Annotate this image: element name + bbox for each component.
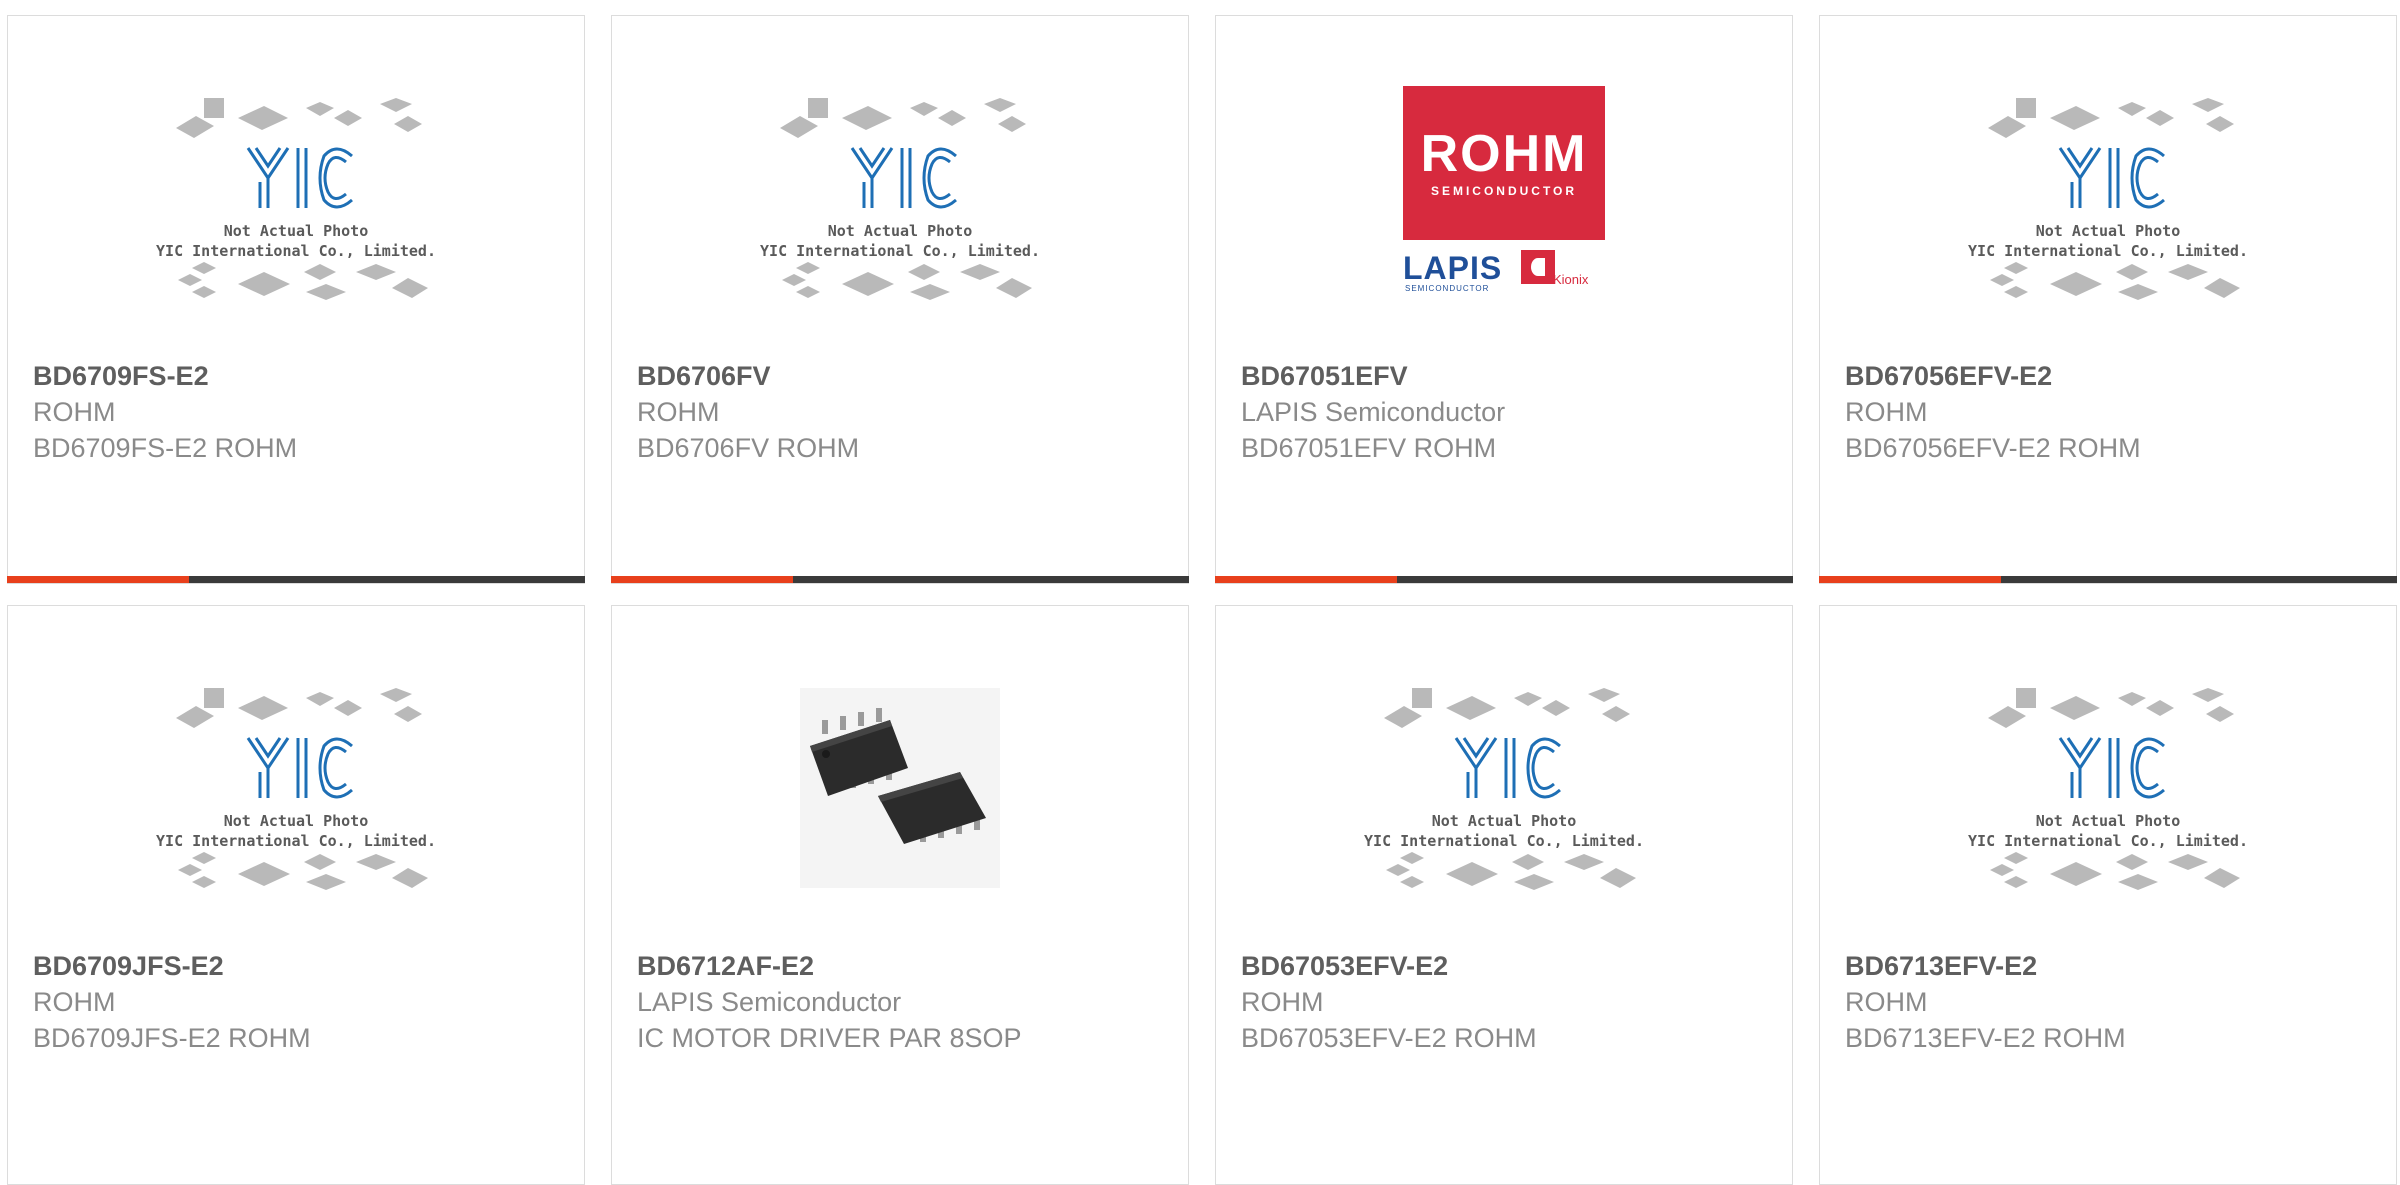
part-number[interactable]: BD6706FV <box>637 358 1168 394</box>
card-bottom-bar <box>7 576 585 583</box>
placeholder-line1: Not Actual Photo <box>828 222 973 240</box>
part-number[interactable]: BD6713EFV-E2 <box>1845 948 2376 984</box>
part-number[interactable]: BD67053EFV-E2 <box>1241 948 1772 984</box>
not-actual-photo-image: Not Actual Photo YIC International Co., … <box>1968 688 2248 890</box>
lapis-logo-sub: SEMICONDUCTOR <box>1405 284 1490 293</box>
product-card[interactable]: Not Actual Photo YIC International Co., … <box>1215 605 1793 1185</box>
product-card[interactable]: ROHM SEMICONDUCTOR LAPIS SEMICONDUCTOR K… <box>1215 15 1793 584</box>
lapis-kionix-logo: LAPIS SEMICONDUCTOR Kionix <box>1403 248 1605 298</box>
card-accent <box>1215 576 1397 583</box>
card-accent <box>611 576 793 583</box>
placeholder-line2: YIC International Co., Limited. <box>1968 242 2248 260</box>
manufacturer: ROHM <box>637 397 720 427</box>
description: BD6713EFV-E2 ROHM <box>1845 1023 2126 1053</box>
not-actual-photo-image: Not Actual Photo YIC International Co., … <box>156 688 436 890</box>
placeholder-line2: YIC International Co., Limited. <box>1968 832 2248 850</box>
manufacturer: ROHM <box>1845 987 1928 1017</box>
card-bottom-bar <box>611 576 1189 583</box>
rohm-logo-word: ROHM <box>1420 125 1588 183</box>
placeholder-line2: YIC International Co., Limited. <box>1364 832 1644 850</box>
card-bottom-bar <box>1215 576 1793 583</box>
lapis-logo-word: LAPIS <box>1403 250 1503 286</box>
part-number[interactable]: BD6709JFS-E2 <box>33 948 564 984</box>
product-card[interactable]: BD6712AF-E2 LAPIS Semiconductor IC MOTOR… <box>611 605 1189 1185</box>
product-card[interactable]: Not Actual Photo YIC International Co., … <box>7 15 585 584</box>
description: BD67051EFV ROHM <box>1241 433 1497 463</box>
description: BD67056EFV-E2 ROHM <box>1845 433 2141 463</box>
manufacturer: LAPIS Semiconductor <box>1241 397 1506 427</box>
part-number[interactable]: BD6712AF-E2 <box>637 948 1168 984</box>
placeholder-line1: Not Actual Photo <box>2036 812 2181 830</box>
kionix-icon <box>1521 250 1555 284</box>
product-card[interactable]: Not Actual Photo YIC International Co., … <box>1819 605 2397 1185</box>
product-card[interactable]: Not Actual Photo YIC International Co., … <box>611 15 1189 584</box>
description: BD67053EFV-E2 ROHM <box>1241 1023 1537 1053</box>
part-number[interactable]: BD6709FS-E2 <box>33 358 564 394</box>
rohm-logo: ROHM SEMICONDUCTOR <box>1403 86 1605 240</box>
sop8-chip-photo <box>800 688 1000 888</box>
description: IC MOTOR DRIVER PAR 8SOP <box>637 1023 1022 1053</box>
manufacturer: ROHM <box>33 987 116 1017</box>
kionix-logo-word: Kionix <box>1553 272 1589 287</box>
placeholder-line2: YIC International Co., Limited. <box>156 242 436 260</box>
not-actual-photo-image: Not Actual Photo YIC International Co., … <box>1364 688 1644 890</box>
description: BD6706FV ROHM <box>637 433 860 463</box>
manufacturer: ROHM <box>1845 397 1928 427</box>
card-accent <box>1819 576 2001 583</box>
product-card[interactable]: Not Actual Photo YIC International Co., … <box>1819 15 2397 584</box>
description: BD6709FS-E2 ROHM <box>33 433 298 463</box>
placeholder-line2: YIC International Co., Limited. <box>156 832 436 850</box>
product-card[interactable]: Not Actual Photo YIC International Co., … <box>7 605 585 1185</box>
manufacturer: ROHM <box>33 397 116 427</box>
description: BD6709JFS-E2 ROHM <box>33 1023 311 1053</box>
product-grid: Not Actual Photo YIC International Co., … <box>0 0 2400 1185</box>
card-bottom-bar <box>1819 576 2397 583</box>
part-number[interactable]: BD67056EFV-E2 <box>1845 358 2376 394</box>
placeholder-line1: Not Actual Photo <box>224 812 369 830</box>
manufacturer: ROHM <box>1241 987 1324 1017</box>
not-actual-photo-image: Not Actual Photo YIC International Co., … <box>156 98 436 300</box>
manufacturer: LAPIS Semiconductor <box>637 987 902 1017</box>
card-accent <box>7 576 189 583</box>
placeholder-line1: Not Actual Photo <box>224 222 369 240</box>
placeholder-line1: Not Actual Photo <box>1432 812 1577 830</box>
not-actual-photo-image: Not Actual Photo YIC International Co., … <box>760 98 1040 300</box>
rohm-logo-sub: SEMICONDUCTOR <box>1430 184 1578 198</box>
not-actual-photo-image: Not Actual Photo YIC International Co., … <box>1968 98 2248 300</box>
placeholder-line1: Not Actual Photo <box>2036 222 2181 240</box>
part-number[interactable]: BD67051EFV <box>1241 358 1772 394</box>
placeholder-line2: YIC International Co., Limited. <box>760 242 1040 260</box>
